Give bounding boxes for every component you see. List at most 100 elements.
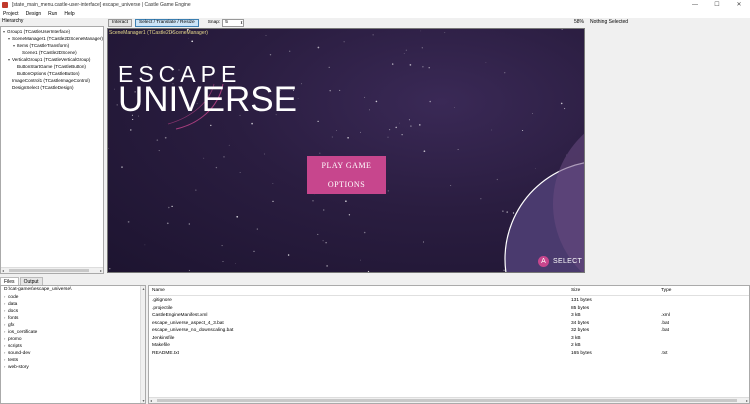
star xyxy=(239,172,241,173)
file-name-cell[interactable]: .projectile xyxy=(152,306,173,311)
folder-item[interactable]: › data xyxy=(4,301,17,307)
file-name-cell[interactable]: escape_universe_aspect_4_3.bat xyxy=(152,321,224,326)
hierarchy-item[interactable]: ▾ SceneManager1 (TCastle2DSceneManager) xyxy=(8,36,103,42)
folder-item[interactable]: › code xyxy=(4,294,18,300)
hierarchy-item[interactable]: ButtonOptions (TCastleButton) xyxy=(13,71,80,77)
folder-item[interactable]: › docs xyxy=(4,308,18,314)
scroll-right-icon[interactable]: ▸ xyxy=(100,268,102,274)
options-button[interactable]: OPTIONS xyxy=(307,175,386,194)
hierarchy-item[interactable]: ▾ Group1 (TCastleUserInterface) xyxy=(3,29,70,35)
column-size[interactable]: Size xyxy=(571,288,580,293)
scroll-up-icon[interactable]: ▴ xyxy=(141,286,146,291)
star xyxy=(491,129,493,131)
scroll-left-icon[interactable]: ◂ xyxy=(2,268,4,274)
column-type[interactable]: Type xyxy=(661,288,671,293)
scroll-right-icon[interactable]: ▸ xyxy=(746,398,748,404)
snap-spin-input[interactable]: 5 ⬍ xyxy=(222,18,245,27)
files-list-horizontal-scrollbar[interactable]: ◂ ▸ xyxy=(149,397,749,403)
file-name-cell[interactable]: README.txt xyxy=(152,351,179,356)
hierarchy-horizontal-scrollbar[interactable]: ◂ ▸ xyxy=(1,267,103,273)
title-bar: [state_main_menu.castle-user-interface] … xyxy=(0,0,750,9)
star xyxy=(228,144,230,146)
star xyxy=(512,212,515,214)
scroll-left-icon[interactable]: ◂ xyxy=(150,398,152,404)
hierarchy-item[interactable]: DesignSelect (TCastleDesign) xyxy=(8,85,74,91)
folder-item[interactable]: › scripts xyxy=(4,343,22,349)
star xyxy=(329,89,331,92)
menu-run[interactable]: Run xyxy=(48,11,57,17)
file-size-cell: 165 bytes xyxy=(571,350,592,356)
header-divider xyxy=(149,295,749,296)
file-name-cell[interactable]: CastleEngineManifest.xml xyxy=(152,313,207,318)
hierarchy-item[interactable]: ▾ Items (TCastleTransform) xyxy=(13,43,69,49)
star xyxy=(215,166,218,169)
star xyxy=(444,32,446,33)
folder-item[interactable]: › ios_certificate xyxy=(4,329,37,335)
select-translate-resize-button[interactable]: Select / Translate / Resize xyxy=(135,18,199,27)
hierarchy-item[interactable]: ImageControl1 (TCastleImageControl) xyxy=(8,78,90,84)
star xyxy=(428,67,430,69)
star xyxy=(345,200,347,202)
hierarchy-item[interactable]: Scene1 (TCastle2DScene) xyxy=(18,50,77,56)
file-name-cell[interactable]: .gitignore xyxy=(152,298,172,303)
star xyxy=(532,112,534,114)
star xyxy=(325,242,327,244)
hierarchy-tree[interactable]: ▾ Group1 (TCastleUserInterface) ▾ SceneMana… xyxy=(0,26,104,274)
file-size-cell: 3 kB xyxy=(571,313,581,318)
tab-output[interactable]: Output xyxy=(19,277,43,285)
star xyxy=(391,63,394,65)
star xyxy=(336,130,337,131)
file-name-cell[interactable]: escape_universe_no_downscaling.bat xyxy=(152,328,233,333)
hierarchy-item-label: ButtonOptions (TCastleButton) xyxy=(17,71,80,76)
star xyxy=(405,49,407,51)
scroll-thumb[interactable] xyxy=(157,399,737,402)
star xyxy=(203,157,205,159)
tab-files[interactable]: Files xyxy=(0,277,19,285)
folder-item[interactable]: › fonts xyxy=(4,315,18,321)
star xyxy=(195,189,197,191)
spinner-icon[interactable]: ⬍ xyxy=(240,20,243,25)
files-list[interactable]: Name Size Type .gitignore 131 bytes .proje… xyxy=(148,285,750,404)
file-name-cell[interactable]: Jenkinsfile xyxy=(152,336,174,341)
star xyxy=(328,66,330,68)
menu-project[interactable]: Project xyxy=(3,11,19,17)
star xyxy=(264,153,266,155)
file-name-cell[interactable]: Makefile xyxy=(152,343,170,348)
star xyxy=(485,62,487,63)
file-type-cell: .bat xyxy=(661,320,670,326)
interact-button[interactable]: Interact xyxy=(108,18,132,27)
folder-item[interactable]: › tests xyxy=(4,357,18,363)
maximize-button[interactable]: ☐ xyxy=(706,0,728,9)
folder-item[interactable]: › gfx xyxy=(4,322,14,328)
star xyxy=(109,268,111,270)
star xyxy=(496,178,498,181)
folder-item[interactable]: › promo xyxy=(4,336,22,342)
hierarchy-item[interactable]: ButtonStartGame (TCastleButton) xyxy=(13,64,86,70)
column-name[interactable]: Name xyxy=(152,288,165,293)
star xyxy=(369,109,370,111)
play-game-button[interactable]: PLAY GAME xyxy=(307,156,386,175)
menu-design[interactable]: Design xyxy=(26,11,42,17)
scroll-thumb[interactable] xyxy=(9,269,89,272)
files-tree[interactable]: D:\cat-games\escape_universe\ › code › data… xyxy=(0,285,146,404)
folder-item[interactable]: › sound-dev xyxy=(4,350,30,356)
scroll-down-icon[interactable]: ▾ xyxy=(141,398,146,403)
star xyxy=(422,66,424,68)
hierarchy-item[interactable]: ▾ VerticalGroup1 (TCastleVerticalGroup) xyxy=(8,57,90,63)
design-viewport[interactable]: SceneManager1 (TCastle2DSceneManager) ES… xyxy=(107,28,585,273)
hierarchy-item-label: SceneManager1 (TCastle2DSceneManager) xyxy=(12,36,103,41)
menu-help[interactable]: Help xyxy=(64,11,74,17)
files-root[interactable]: D:\cat-games\escape_universe\ xyxy=(4,287,71,293)
star xyxy=(420,30,422,32)
star xyxy=(367,270,370,272)
close-button[interactable]: ✕ xyxy=(728,0,750,9)
minimize-button[interactable]: — xyxy=(684,0,706,9)
star xyxy=(171,205,173,208)
star xyxy=(127,221,130,223)
folder-label: tests xyxy=(8,358,19,363)
star xyxy=(363,231,366,234)
files-tree-vertical-scrollbar[interactable]: ▴ ▾ xyxy=(140,286,145,403)
zoom-level: 58% xyxy=(574,19,585,25)
star xyxy=(372,34,374,36)
folder-item[interactable]: › web-story xyxy=(4,364,29,370)
